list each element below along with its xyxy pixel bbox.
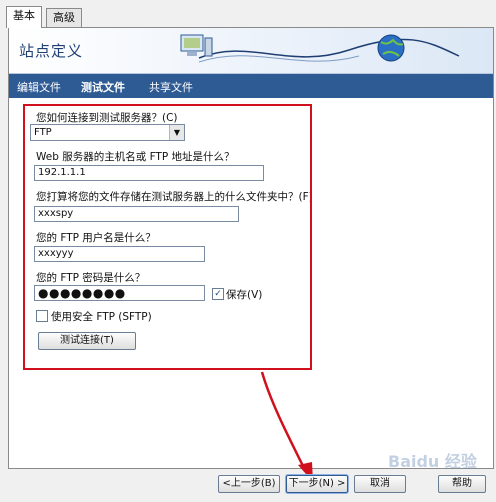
wizard-banner: 站点定义 — [9, 28, 493, 74]
save-password-checkbox[interactable]: ✓ — [212, 288, 224, 300]
tab-basic[interactable]: 基本 — [6, 6, 42, 28]
username-input[interactable]: xxxyyy — [34, 246, 205, 262]
host-label: Web 服务器的主机名或 FTP 地址是什么？ — [36, 151, 235, 163]
password-input[interactable]: ●●●●●●●● — [34, 285, 205, 301]
network-illustration — [180, 34, 460, 63]
page-title: 站点定义 — [19, 42, 84, 60]
nav-test-files[interactable]: 测试文件 — [81, 79, 125, 95]
connect-method-value: FTP — [34, 127, 52, 138]
connect-method-label: 您如何连接到测试服务器？(C) — [36, 112, 178, 124]
sftp-label: 使用安全 FTP (SFTP) — [51, 311, 152, 323]
test-connection-button[interactable]: 测试连接(T) — [38, 332, 136, 350]
back-button[interactable]: <上一步(B) — [218, 475, 280, 493]
host-input[interactable]: 192.1.1.1 — [34, 165, 264, 181]
chevron-down-icon[interactable]: ▼ — [169, 125, 184, 140]
cancel-button[interactable]: 取消 — [354, 475, 406, 493]
section-nav: 编辑文件 测试文件 共享文件 — [9, 74, 493, 98]
nav-share-files[interactable]: 共享文件 — [149, 79, 193, 95]
username-label: 您的 FTP 用户名是什么？ — [36, 232, 156, 244]
help-button[interactable]: 帮助 — [438, 475, 486, 493]
save-password-label: 保存(V) — [226, 289, 263, 301]
sftp-checkbox[interactable] — [36, 310, 48, 322]
password-label: 您的 FTP 密码是什么？ — [36, 272, 146, 284]
tab-advanced[interactable]: 高级 — [46, 8, 82, 27]
next-button[interactable]: 下一步(N) > — [286, 475, 348, 493]
tab-strip: 基本 高级 — [0, 0, 496, 28]
folder-label: 您打算将您的文件存储在测试服务器上的什么文件夹中？(F) — [36, 191, 313, 203]
baidu-watermark: Baidu 经验 — [388, 452, 477, 471]
folder-input[interactable]: xxxspy — [34, 206, 239, 222]
connect-method-select[interactable]: FTP ▼ — [30, 124, 185, 141]
nav-edit-files[interactable]: 编辑文件 — [17, 79, 61, 95]
